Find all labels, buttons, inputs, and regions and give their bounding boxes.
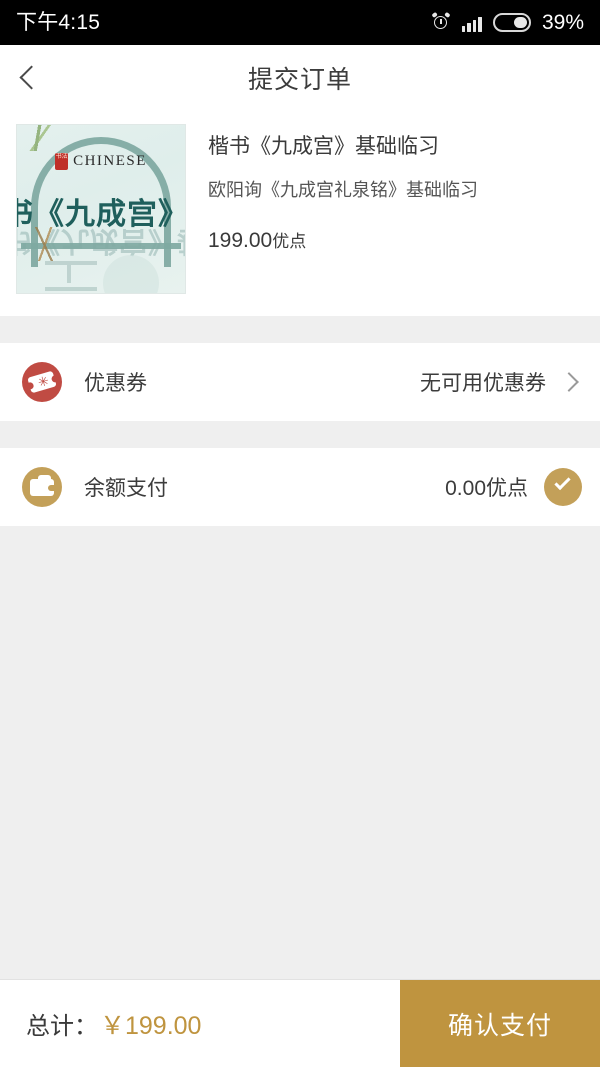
coupon-label: 优惠券 [84,372,147,395]
page-header: 提交订单 [0,45,600,110]
coupon-ticket-icon: ✳ [22,362,62,402]
product-thumbnail: 书法 CHINESE 书《九成宫》基础临 书《九成宫》基础临 [16,124,186,294]
status-bar: 下午4:15 39% [0,0,600,45]
page-filler [0,526,600,979]
balance-payment-row[interactable]: 余额支付 0.00优点 [0,448,600,526]
seal-icon: 书法 [55,153,69,170]
status-indicators: 39% [431,11,584,34]
branch-decoration-icon [21,227,67,261]
product-card[interactable]: 书法 CHINESE 书《九成宫》基础临 书《九成宫》基础临 楷书《九成宫》基础… [0,110,600,316]
thumbnail-brand: 书法 CHINESE [17,153,185,170]
back-button[interactable] [0,45,62,110]
order-submit-page: 下午4:15 39% 提交订单 书法 CHINESE 《九成宫》 九成宫》 楷书… [0,0,600,1067]
confirm-payment-button[interactable]: 确认支付 [400,980,600,1067]
wallet-icon [22,467,62,507]
stand-decoration [45,261,97,291]
chevron-right-icon [559,372,579,392]
check-circle-icon[interactable] [544,468,582,506]
page-title: 提交订单 [247,65,352,94]
thumbnail-brand-text: CHINESE [73,153,147,169]
product-price-value: 199.00 [208,228,273,252]
product-price: 199.00优点 [208,229,584,252]
bottom-action-bar: 总计： ￥199.00 确认支付 [0,979,600,1067]
order-total-label: 总计： [26,1013,98,1040]
balance-payment-label: 余额支付 [84,477,168,500]
chevron-left-icon [18,65,44,90]
signal-icon [461,14,482,32]
order-total-amount: ￥199.00 [100,1011,202,1040]
section-divider-1 [0,316,600,343]
balance-amount: 0.00优点 [445,477,528,500]
section-divider-2 [0,421,600,448]
battery-icon [492,13,531,32]
product-subtitle: 欧阳询《九成宫礼泉铭》基础临习 [208,180,478,201]
battery-percent-label: 39% [541,11,584,34]
product-price-unit: 优点 [272,231,307,251]
alarm-icon [431,11,451,32]
coupon-row[interactable]: ✳ 优惠券 无可用优惠券 [0,343,600,421]
product-info: 楷书《九成宫》基础临习 欧阳询《九成宫礼泉铭》基础临习 199.00优点 [186,124,584,294]
coupon-value: 无可用优惠券 [420,372,546,395]
status-time: 下午4:15 [16,11,101,34]
bamboo-decoration-icon [17,125,69,151]
order-total: 总计： ￥199.00 [0,980,400,1067]
product-title: 楷书《九成宫》基础临习 [208,135,439,158]
